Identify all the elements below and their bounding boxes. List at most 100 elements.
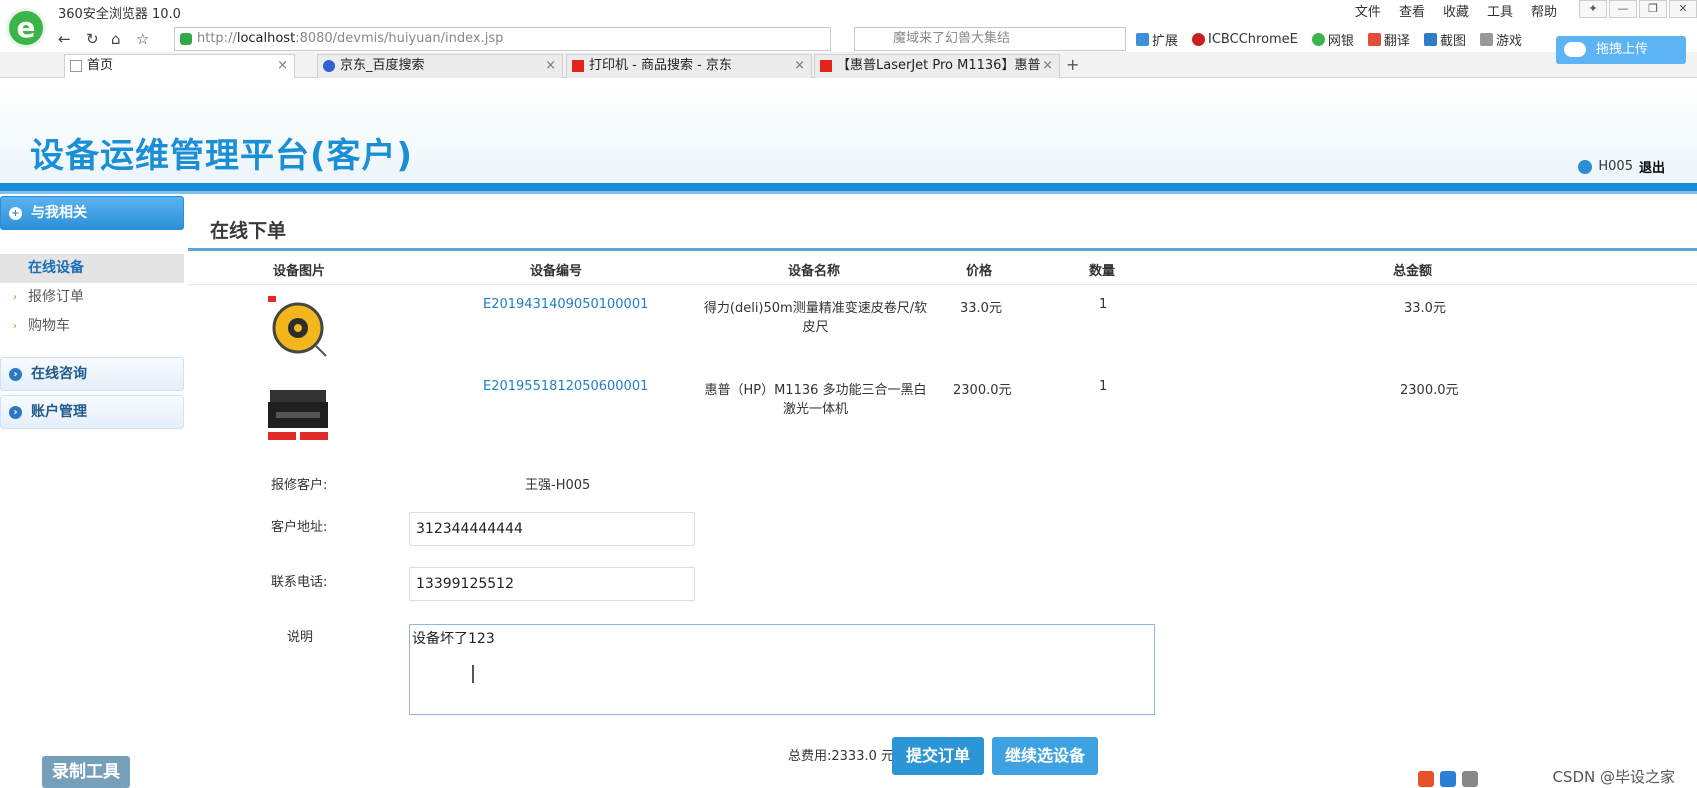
browser-tab-bar: 首页 × 京东_百度搜索 × 打印机 - 商品搜索 - 京东 × 【惠普Lase…: [0, 52, 1697, 78]
device-code-link[interactable]: E20194314090501000​01: [483, 297, 648, 312]
close-tab-icon[interactable]: ×: [794, 55, 805, 77]
screenshot-icon: [1423, 33, 1437, 46]
address-input[interactable]: 312344444444: [409, 512, 695, 546]
back-arrow-icon[interactable]: ←: [58, 30, 71, 48]
browser-nav-bar: ← ↻ ⌂ ☆ http://localhost:8080/devmis/hui…: [54, 27, 1697, 52]
arrow-circle-icon: ›: [9, 368, 22, 381]
recording-tool-watermark: 录制工具: [42, 756, 130, 788]
description-textarea[interactable]: 设备坏了123: [409, 624, 1155, 715]
skin-icon[interactable]: ✦: [1579, 0, 1607, 18]
menu-tools[interactable]: 工具: [1487, 1, 1513, 20]
arrow-icon: ›: [13, 292, 17, 303]
address-label: 客户地址:: [271, 520, 328, 535]
new-tab-button[interactable]: +: [1066, 55, 1079, 74]
toolbar-extensions[interactable]: 扩展: [1136, 30, 1178, 49]
description-label: 说明: [287, 630, 314, 645]
col-header-code: 设备编号: [530, 264, 583, 279]
device-name: 惠普（HP）M1136 多功能三合一黑白 激光一体机: [704, 383, 927, 417]
menu-help[interactable]: 帮助: [1531, 1, 1557, 20]
username: H005: [1598, 159, 1633, 174]
icbc-icon: [1192, 33, 1206, 46]
window-controls: ✦ — ❐ ✕: [1577, 0, 1697, 18]
tab-baidu[interactable]: 京东_百度搜索 ×: [317, 54, 563, 78]
sidebar-item-cart[interactable]: › 购物车: [0, 312, 184, 341]
reload-icon[interactable]: ↻: [86, 30, 99, 48]
home-icon[interactable]: ⌂: [111, 30, 121, 48]
search-input[interactable]: 魔域来了幻兽大集结: [854, 27, 1126, 51]
address-bar[interactable]: http://localhost:8080/devmis/huiyuan/ind…: [174, 27, 831, 51]
games-icon: [1479, 33, 1493, 46]
close-window-button[interactable]: ✕: [1669, 0, 1697, 18]
menu-file[interactable]: 文件: [1355, 1, 1381, 20]
toolbar-icbc[interactable]: ICBCChromeE: [1192, 30, 1298, 49]
device-total: 2300.0元: [1400, 383, 1459, 398]
customer-label: 报修客户:: [271, 478, 328, 493]
menu-favorites[interactable]: 收藏: [1443, 1, 1469, 20]
sidebar-item-repair-orders[interactable]: › 报修订单: [0, 283, 184, 312]
continue-select-button[interactable]: 继续选设备: [992, 737, 1098, 775]
logout-link[interactable]: 退出: [1639, 157, 1665, 176]
printer-image[interactable]: [266, 382, 330, 446]
phone-input[interactable]: 13399125512: [409, 567, 695, 601]
toolbar-games[interactable]: 游戏: [1479, 30, 1522, 49]
sidebar: + 与我相关 在线设备 › 报修订单 › 购物车 › 在线咨询 › 账户管理: [0, 196, 184, 788]
description-text: 设备坏了123: [412, 631, 495, 647]
toolbar-translate[interactable]: 翻译: [1367, 30, 1410, 49]
expand-icon: +: [9, 207, 22, 220]
star-icon[interactable]: ☆: [136, 30, 149, 48]
csdn-watermark: CSDN @毕设之家: [1552, 768, 1675, 786]
tab-jd-product[interactable]: 【惠普LaserJet Pro M1136】惠普 ×: [814, 54, 1060, 78]
user-info: H005 退出: [1578, 157, 1665, 176]
search-placeholder: 魔域来了幻兽大集结: [893, 31, 1011, 46]
col-header-name: 设备名称: [788, 264, 841, 279]
sogou-icon[interactable]: [1418, 771, 1434, 787]
minimize-button[interactable]: —: [1609, 0, 1637, 18]
page-icon: [70, 60, 82, 72]
tape-measure-image[interactable]: [266, 294, 330, 358]
tab-home[interactable]: 首页 ×: [64, 54, 295, 78]
netbank-icon: [1311, 33, 1325, 46]
close-tab-icon[interactable]: ×: [545, 55, 556, 77]
sidebar-group-consult[interactable]: › 在线咨询: [0, 357, 184, 391]
device-price: 2300.0元: [953, 383, 1012, 398]
device-qty: 1: [1099, 297, 1108, 312]
browser-toolbar: 扩展 ICBCChromeE 网银 翻译 截图 游戏: [1136, 30, 1522, 49]
customer-value: 王强-H005: [525, 478, 591, 493]
device-code-link[interactable]: E2019551812050600001: [483, 379, 648, 394]
device-qty: 1: [1099, 379, 1108, 394]
main-content: 在线下单 设备图片 设备编号 设备名称 价格 数量 总金额 E201943140…: [188, 196, 1697, 788]
jd-icon: [572, 60, 584, 72]
phone-label: 联系电话:: [271, 575, 328, 590]
extensions-icon: [1136, 33, 1149, 46]
device-name: 得力(deli)50m测量精准变速皮卷尺/软 皮尺: [703, 301, 928, 335]
sidebar-group-account[interactable]: › 账户管理: [0, 395, 184, 429]
toolbar-netbank[interactable]: 网银: [1311, 30, 1354, 49]
tab-jd-search[interactable]: 打印机 - 商品搜索 - 京东 ×: [566, 54, 812, 78]
jd-icon: [820, 60, 832, 72]
secure-shield-icon: [180, 33, 192, 45]
col-header-image: 设备图片: [273, 264, 326, 279]
user-icon: [1578, 159, 1593, 174]
browser-title-bar: 360安全浏览器 10.0 文件 查看 收藏 工具 帮助 ✦ — ❐ ✕: [0, 0, 1697, 27]
header-divider: [0, 183, 1697, 191]
submit-order-button[interactable]: 提交订单: [892, 737, 984, 775]
translate-icon: [1367, 33, 1381, 46]
col-header-qty: 数量: [1089, 264, 1116, 279]
col-header-total: 总金额: [1393, 264, 1433, 279]
arrow-circle-icon: ›: [9, 406, 22, 419]
toolbar-screenshot[interactable]: 截图: [1423, 30, 1466, 49]
input-method-icon[interactable]: [1440, 771, 1456, 787]
maximize-button[interactable]: ❐: [1639, 0, 1667, 18]
sidebar-item-online-devices[interactable]: 在线设备: [0, 254, 184, 283]
close-tab-icon[interactable]: ×: [277, 55, 288, 77]
tray-icon[interactable]: [1462, 771, 1478, 787]
text-cursor-icon: [472, 665, 474, 683]
sidebar-group-related[interactable]: + 与我相关: [0, 196, 184, 230]
menu-view[interactable]: 查看: [1399, 1, 1425, 20]
header-divider-light: [0, 191, 1697, 194]
total-cost: 总费用:2333.0 元: [788, 749, 894, 764]
upload-button[interactable]: 拖拽上传: [1556, 36, 1686, 64]
page-header: 设备运维管理平台(客户) H005 退出: [0, 78, 1697, 188]
close-tab-icon[interactable]: ×: [1042, 55, 1053, 77]
device-total: 33.0元: [1404, 301, 1446, 316]
